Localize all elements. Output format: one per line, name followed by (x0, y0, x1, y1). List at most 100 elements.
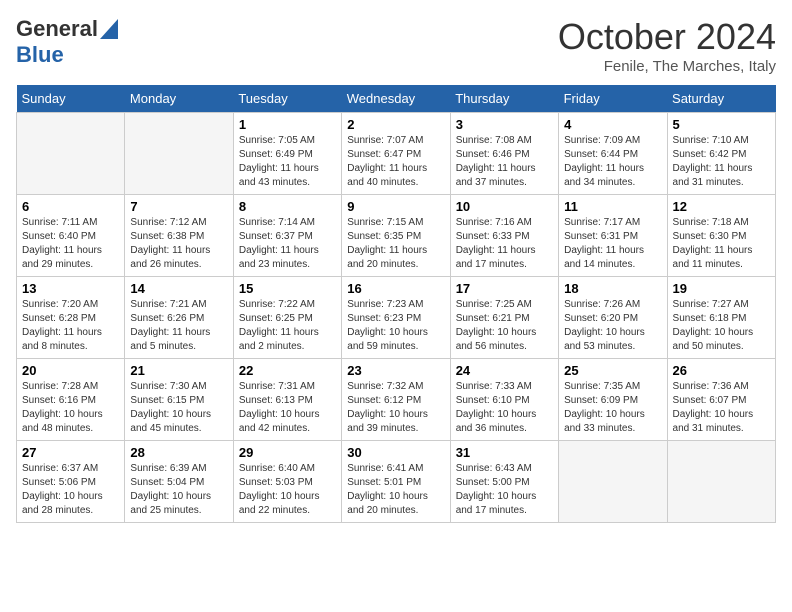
calendar-cell: 21 Sunrise: 7:30 AMSunset: 6:15 PMDayligh… (125, 359, 233, 441)
calendar-cell: 5 Sunrise: 7:10 AMSunset: 6:42 PMDaylight… (667, 113, 775, 195)
day-number: 9 (347, 199, 444, 214)
calendar-cell: 9 Sunrise: 7:15 AMSunset: 6:35 PMDaylight… (342, 195, 450, 277)
calendar-cell: 15Sunrise: 7:22 AMSunset: 6:25 PMDayligh… (233, 277, 341, 359)
day-number: 8 (239, 199, 336, 214)
logo-blue: Blue (16, 42, 64, 67)
calendar-cell: 19 Sunrise: 7:27 AMSunset: 6:18 PMDayligh… (667, 277, 775, 359)
day-info: Sunrise: 7:25 AMSunset: 6:21 PMDaylight:… (456, 298, 553, 354)
day-number: 20 (22, 363, 119, 378)
day-number: 7 (130, 199, 227, 214)
day-info: Sunrise: 6:41 AMSunset: 5:01 PMDaylight:… (347, 462, 444, 518)
calendar-cell: 16Sunrise: 7:23 AMSunset: 6:23 PMDayligh… (342, 277, 450, 359)
day-number: 15 (239, 281, 336, 296)
day-info: Sunrise: 7:07 AMSunset: 6:47 PMDaylight:… (347, 134, 444, 190)
header-row: SundayMondayTuesdayWednesdayThursdayFrid… (17, 85, 776, 113)
day-info: Sunrise: 7:32 AMSunset: 6:12 PMDaylight:… (347, 380, 444, 436)
day-number: 24 (456, 363, 553, 378)
day-info: Sunrise: 7:10 AMSunset: 6:42 PMDaylight:… (673, 134, 770, 190)
day-info: Sunrise: 7:08 AMSunset: 6:46 PMDaylight:… (456, 134, 553, 190)
logo-general: General (16, 16, 98, 42)
day-number: 21 (130, 363, 227, 378)
day-info: Sunrise: 7:09 AMSunset: 6:44 PMDaylight:… (564, 134, 661, 190)
title-section: October 2024 Fenile, The Marches, Italy (558, 16, 776, 75)
calendar-cell (559, 441, 667, 523)
day-info: Sunrise: 7:36 AMSunset: 6:07 PMDaylight:… (673, 380, 770, 436)
calendar-cell: 18 Sunrise: 7:26 AMSunset: 6:20 PMDayligh… (559, 277, 667, 359)
day-number: 27 (22, 445, 119, 460)
page-header: General Blue October 2024 Fenile, The Ma… (16, 16, 776, 75)
calendar-cell: 6 Sunrise: 7:11 AMSunset: 6:40 PMDaylight… (17, 195, 125, 277)
day-info: Sunrise: 7:27 AMSunset: 6:18 PMDaylight:… (673, 298, 770, 354)
day-info: Sunrise: 6:39 AMSunset: 5:04 PMDaylight:… (130, 462, 227, 518)
calendar-cell: 8 Sunrise: 7:14 AMSunset: 6:37 PMDaylight… (233, 195, 341, 277)
day-number: 22 (239, 363, 336, 378)
day-info: Sunrise: 7:15 AMSunset: 6:35 PMDaylight:… (347, 216, 444, 272)
day-info: Sunrise: 7:30 AMSunset: 6:15 PMDaylight:… (130, 380, 227, 436)
day-number: 19 (673, 281, 770, 296)
calendar-cell (125, 113, 233, 195)
calendar-cell: 30 Sunrise: 6:41 AMSunset: 5:01 PMDayligh… (342, 441, 450, 523)
header-thursday: Thursday (450, 85, 558, 113)
logo-icon (100, 19, 118, 39)
day-number: 1 (239, 117, 336, 132)
day-number: 2 (347, 117, 444, 132)
day-number: 29 (239, 445, 336, 460)
header-wednesday: Wednesday (342, 85, 450, 113)
week-row-3: 13 Sunrise: 7:20 AMSunset: 6:28 PMDayligh… (17, 277, 776, 359)
calendar-cell: 1 Sunrise: 7:05 AMSunset: 6:49 PMDaylight… (233, 113, 341, 195)
day-number: 3 (456, 117, 553, 132)
header-saturday: Saturday (667, 85, 775, 113)
calendar-cell: 13 Sunrise: 7:20 AMSunset: 6:28 PMDayligh… (17, 277, 125, 359)
calendar-cell: 27Sunrise: 6:37 AMSunset: 5:06 PMDayligh… (17, 441, 125, 523)
day-info: Sunrise: 7:26 AMSunset: 6:20 PMDaylight:… (564, 298, 661, 354)
calendar-cell: 3 Sunrise: 7:08 AMSunset: 6:46 PMDaylight… (450, 113, 558, 195)
day-number: 17 (456, 281, 553, 296)
calendar-cell: 12 Sunrise: 7:18 AMSunset: 6:30 PMDayligh… (667, 195, 775, 277)
calendar-cell: 29Sunrise: 6:40 AMSunset: 5:03 PMDayligh… (233, 441, 341, 523)
day-info: Sunrise: 7:11 AMSunset: 6:40 PMDaylight:… (22, 216, 119, 272)
header-monday: Monday (125, 85, 233, 113)
day-number: 16 (347, 281, 444, 296)
day-number: 6 (22, 199, 119, 214)
day-info: Sunrise: 7:33 AMSunset: 6:10 PMDaylight:… (456, 380, 553, 436)
calendar-cell: 10Sunrise: 7:16 AMSunset: 6:33 PMDayligh… (450, 195, 558, 277)
calendar-cell: 20Sunrise: 7:28 AMSunset: 6:16 PMDayligh… (17, 359, 125, 441)
location: Fenile, The Marches, Italy (558, 58, 776, 75)
day-info: Sunrise: 7:16 AMSunset: 6:33 PMDaylight:… (456, 216, 553, 272)
day-info: Sunrise: 7:12 AMSunset: 6:38 PMDaylight:… (130, 216, 227, 272)
week-row-1: 1 Sunrise: 7:05 AMSunset: 6:49 PMDaylight… (17, 113, 776, 195)
day-number: 30 (347, 445, 444, 460)
week-row-4: 20Sunrise: 7:28 AMSunset: 6:16 PMDayligh… (17, 359, 776, 441)
header-friday: Friday (559, 85, 667, 113)
calendar-cell: 2 Sunrise: 7:07 AMSunset: 6:47 PMDaylight… (342, 113, 450, 195)
calendar-cell: 24 Sunrise: 7:33 AMSunset: 6:10 PMDayligh… (450, 359, 558, 441)
day-info: Sunrise: 7:18 AMSunset: 6:30 PMDaylight:… (673, 216, 770, 272)
calendar-table: SundayMondayTuesdayWednesdayThursdayFrid… (16, 85, 776, 523)
calendar-cell: 4Sunrise: 7:09 AMSunset: 6:44 PMDaylight… (559, 113, 667, 195)
day-info: Sunrise: 7:31 AMSunset: 6:13 PMDaylight:… (239, 380, 336, 436)
day-number: 13 (22, 281, 119, 296)
day-info: Sunrise: 7:05 AMSunset: 6:49 PMDaylight:… (239, 134, 336, 190)
day-info: Sunrise: 6:43 AMSunset: 5:00 PMDaylight:… (456, 462, 553, 518)
calendar-cell: 22 Sunrise: 7:31 AMSunset: 6:13 PMDayligh… (233, 359, 341, 441)
calendar-cell: 26Sunrise: 7:36 AMSunset: 6:07 PMDayligh… (667, 359, 775, 441)
calendar-cell: 31Sunrise: 6:43 AMSunset: 5:00 PMDayligh… (450, 441, 558, 523)
day-info: Sunrise: 7:14 AMSunset: 6:37 PMDaylight:… (239, 216, 336, 272)
day-number: 18 (564, 281, 661, 296)
day-number: 23 (347, 363, 444, 378)
day-number: 5 (673, 117, 770, 132)
logo: General Blue (16, 16, 118, 68)
day-info: Sunrise: 7:21 AMSunset: 6:26 PMDaylight:… (130, 298, 227, 354)
week-row-2: 6 Sunrise: 7:11 AMSunset: 6:40 PMDaylight… (17, 195, 776, 277)
day-info: Sunrise: 7:20 AMSunset: 6:28 PMDaylight:… (22, 298, 119, 354)
calendar-cell: 17 Sunrise: 7:25 AMSunset: 6:21 PMDayligh… (450, 277, 558, 359)
day-info: Sunrise: 7:17 AMSunset: 6:31 PMDaylight:… (564, 216, 661, 272)
calendar-cell: 25 Sunrise: 7:35 AMSunset: 6:09 PMDayligh… (559, 359, 667, 441)
calendar-cell (667, 441, 775, 523)
calendar-cell: 28Sunrise: 6:39 AMSunset: 5:04 PMDayligh… (125, 441, 233, 523)
day-number: 25 (564, 363, 661, 378)
day-number: 12 (673, 199, 770, 214)
month-title: October 2024 (558, 16, 776, 58)
calendar-cell (17, 113, 125, 195)
day-info: Sunrise: 7:35 AMSunset: 6:09 PMDaylight:… (564, 380, 661, 436)
